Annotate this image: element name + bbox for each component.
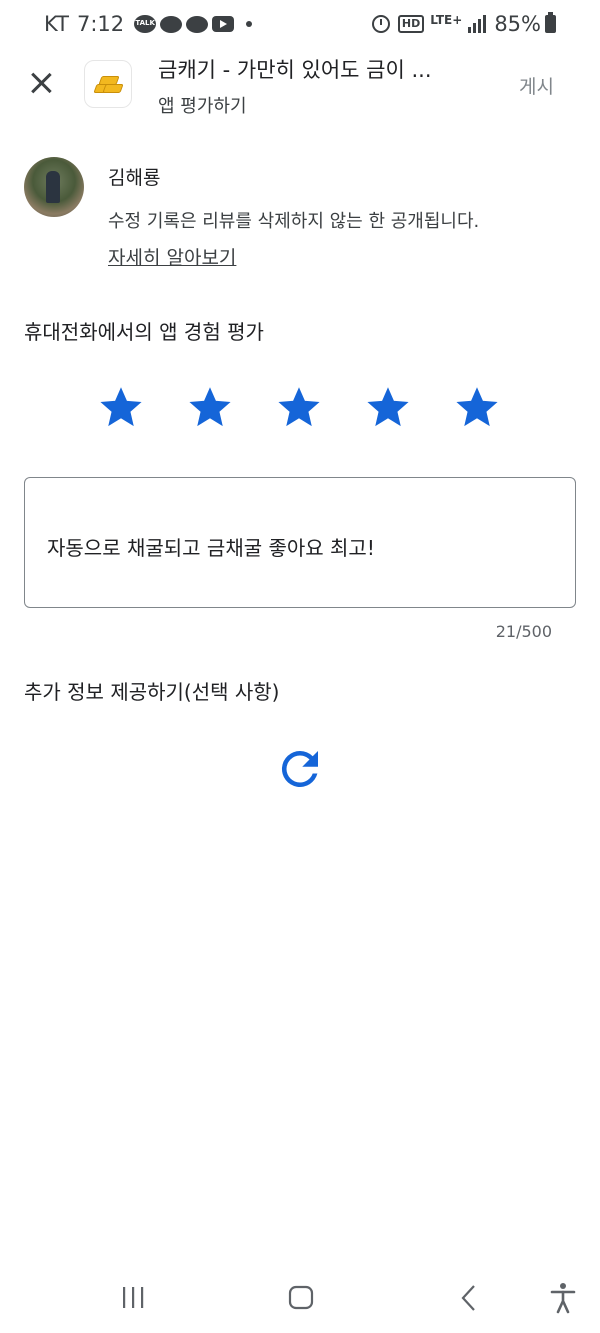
avatar <box>24 157 84 217</box>
close-button[interactable] <box>22 64 60 102</box>
character-counter: 21/500 <box>495 622 552 641</box>
system-nav-bar <box>0 1262 600 1333</box>
accessibility-icon[interactable] <box>543 1280 583 1316</box>
chat-bubble-icon-2 <box>186 15 209 33</box>
star-rating <box>0 385 600 431</box>
review-text: 자동으로 채굴되고 금채굴 좋아요 최고! <box>47 536 375 560</box>
status-left: KT 7:12 TALK <box>44 12 253 36</box>
carrier-label: KT <box>44 12 69 36</box>
battery-percent: 85% <box>494 12 541 36</box>
app-icon <box>84 60 132 108</box>
extra-info-heading: 추가 정보 제공하기(선택 사항) <box>24 680 280 704</box>
battery-icon <box>545 12 556 33</box>
star-1-icon[interactable] <box>99 385 143 429</box>
status-bar: KT 7:12 TALK HD LTE+ 85% <box>0 0 600 52</box>
learn-more-link[interactable]: 자세히 알아보기 <box>108 243 236 270</box>
public-notice: 수정 기록은 리뷰를 삭제하지 않는 한 공개됩니다. <box>108 211 480 232</box>
star-4-icon[interactable] <box>366 385 410 429</box>
rating-heading: 휴대전화에서의 앱 경험 평가 <box>24 320 264 344</box>
user-name: 김해룡 <box>108 167 161 189</box>
review-input[interactable]: 자동으로 채굴되고 금채굴 좋아요 최고! <box>24 477 576 608</box>
recents-icon[interactable] <box>113 1280 153 1316</box>
gold-bars-icon <box>93 74 124 94</box>
app-header: 금캐기 - 가만히 있어도 금이 ... 앱 평가하기 게시 <box>0 52 600 122</box>
chat-bubble-icon <box>160 15 183 33</box>
home-icon[interactable] <box>281 1280 321 1316</box>
page-subtitle: 앱 평가하기 <box>158 96 247 117</box>
status-right: HD LTE+ 85% <box>371 12 556 36</box>
signal-icon <box>468 15 488 33</box>
lte-icon: LTE+ <box>430 13 463 27</box>
star-3-icon[interactable] <box>277 385 321 429</box>
refresh-icon[interactable] <box>273 742 327 796</box>
hd-voice-icon: HD <box>397 15 425 33</box>
star-5-icon[interactable] <box>455 385 499 429</box>
clock: 7:12 <box>76 12 125 36</box>
post-button[interactable]: 게시 <box>519 72 554 99</box>
back-icon[interactable] <box>449 1280 489 1316</box>
youtube-icon <box>212 16 235 32</box>
app-title: 금캐기 - 가만히 있어도 금이 ... <box>158 58 432 82</box>
more-notifications-icon <box>246 21 253 27</box>
kakaotalk-icon: TALK <box>134 15 157 33</box>
talk-label: TALK <box>135 19 155 27</box>
star-2-icon[interactable] <box>188 385 232 429</box>
alarm-icon <box>371 15 390 33</box>
